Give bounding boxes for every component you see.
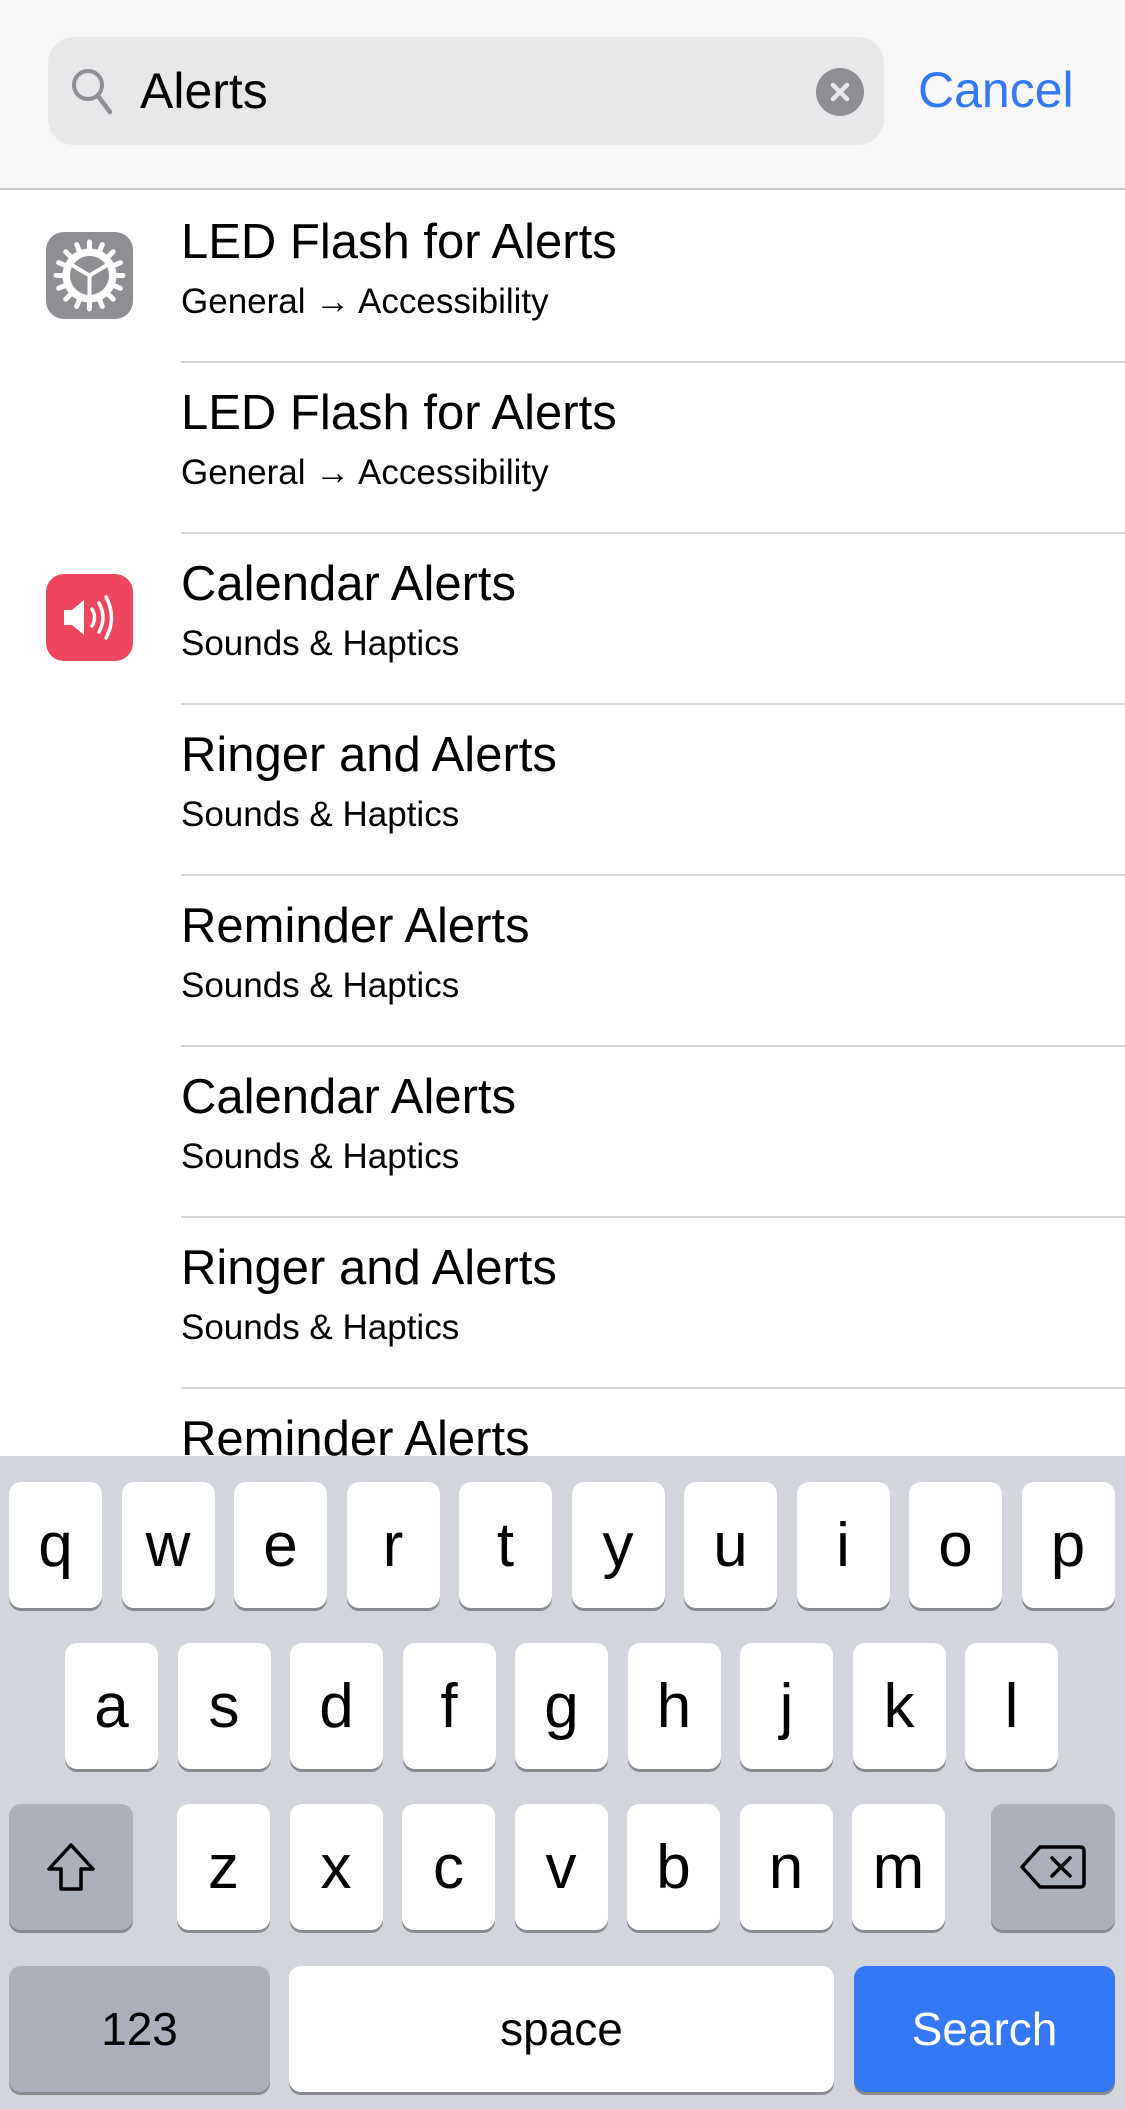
result-title: Reminder Alerts bbox=[181, 1412, 530, 1456]
numbers-key[interactable]: 123 bbox=[9, 1966, 270, 2092]
key-m[interactable]: m bbox=[852, 1804, 945, 1930]
sounds-app-icon bbox=[46, 574, 133, 661]
list-item[interactable]: Ringer and Alerts Sounds & Haptics bbox=[0, 705, 1125, 876]
result-subtitle: Sounds & Haptics bbox=[181, 966, 460, 1005]
list-item[interactable]: Calendar Alerts Sounds & Haptics bbox=[0, 534, 1125, 705]
clear-icon bbox=[830, 82, 850, 102]
delete-icon bbox=[1020, 1845, 1086, 1889]
key-j[interactable]: j bbox=[740, 1643, 833, 1769]
result-title: LED Flash for Alerts bbox=[181, 215, 617, 269]
key-f[interactable]: f bbox=[402, 1643, 496, 1769]
key-d[interactable]: d bbox=[290, 1643, 383, 1769]
list-item[interactable]: LED Flash for Alerts General → Accessibi… bbox=[0, 192, 1125, 363]
key-u[interactable]: u bbox=[684, 1482, 777, 1608]
result-subtitle: General → Accessibility bbox=[181, 453, 549, 492]
key-k[interactable]: k bbox=[852, 1643, 946, 1769]
result-title: Calendar Alerts bbox=[181, 557, 517, 611]
speaker-icon bbox=[64, 595, 114, 640]
keyboard: qwertyuiop asdfghjkl zxcvbnm 123 space S… bbox=[0, 1456, 1125, 2109]
result-title: Ringer and Alerts bbox=[181, 1241, 557, 1295]
key-b[interactable]: b bbox=[627, 1804, 720, 1930]
key-g[interactable]: g bbox=[515, 1643, 608, 1769]
key-l[interactable]: l bbox=[965, 1643, 1058, 1769]
key-c[interactable]: c bbox=[402, 1804, 495, 1930]
key-z[interactable]: z bbox=[177, 1804, 270, 1930]
shift-icon bbox=[47, 1843, 95, 1891]
result-subtitle: Sounds & Haptics bbox=[181, 1137, 460, 1176]
key-w[interactable]: w bbox=[121, 1482, 215, 1608]
result-subtitle: Sounds & Haptics bbox=[181, 624, 460, 663]
key-o[interactable]: o bbox=[909, 1482, 1002, 1608]
cancel-button[interactable]: Cancel bbox=[918, 58, 1074, 122]
result-title: Calendar Alerts bbox=[181, 1070, 517, 1124]
result-subtitle: General → Accessibility bbox=[181, 282, 549, 321]
key-s[interactable]: s bbox=[177, 1643, 271, 1769]
space-key[interactable]: space bbox=[289, 1966, 834, 2092]
list-item[interactable]: LED Flash for Alerts General → Accessibi… bbox=[0, 363, 1125, 534]
key-a[interactable]: a bbox=[65, 1643, 158, 1769]
key-v[interactable]: v bbox=[514, 1804, 608, 1930]
gear-icon bbox=[53, 239, 126, 312]
shift-key[interactable] bbox=[9, 1804, 133, 1930]
list-item[interactable]: Calendar Alerts Sounds & Haptics bbox=[0, 1047, 1125, 1218]
list-item[interactable]: Ringer and Alerts Sounds & Haptics bbox=[0, 1218, 1125, 1389]
clear-search-button[interactable] bbox=[816, 68, 864, 116]
result-title: Reminder Alerts bbox=[181, 899, 530, 953]
result-title: LED Flash for Alerts bbox=[181, 386, 617, 440]
search-icon bbox=[72, 69, 113, 115]
key-n[interactable]: n bbox=[739, 1804, 833, 1930]
search-input[interactable]: Alerts bbox=[48, 37, 884, 145]
search-key[interactable]: Search bbox=[854, 1966, 1115, 2092]
list-item[interactable]: Reminder Alerts bbox=[0, 1389, 1125, 1456]
key-x[interactable]: x bbox=[289, 1804, 383, 1930]
search-query[interactable]: Alerts bbox=[140, 61, 268, 121]
key-p[interactable]: p bbox=[1021, 1482, 1115, 1608]
delete-key[interactable] bbox=[991, 1804, 1115, 1930]
key-i[interactable]: i bbox=[796, 1482, 890, 1608]
key-t[interactable]: t bbox=[459, 1482, 552, 1608]
result-subtitle: Sounds & Haptics bbox=[181, 795, 460, 834]
list-item[interactable]: Reminder Alerts Sounds & Haptics bbox=[0, 876, 1125, 1047]
key-r[interactable]: r bbox=[346, 1482, 440, 1608]
search-header: Alerts Cancel bbox=[0, 0, 1125, 190]
result-title: Ringer and Alerts bbox=[181, 728, 557, 782]
key-h[interactable]: h bbox=[627, 1643, 721, 1769]
key-e[interactable]: e bbox=[234, 1482, 327, 1608]
key-y[interactable]: y bbox=[571, 1482, 665, 1608]
search-results-list: LED Flash for Alerts General → Accessibi… bbox=[0, 192, 1125, 1456]
key-q[interactable]: q bbox=[9, 1482, 102, 1608]
settings-app-icon bbox=[46, 232, 133, 319]
result-subtitle: Sounds & Haptics bbox=[181, 1308, 460, 1347]
